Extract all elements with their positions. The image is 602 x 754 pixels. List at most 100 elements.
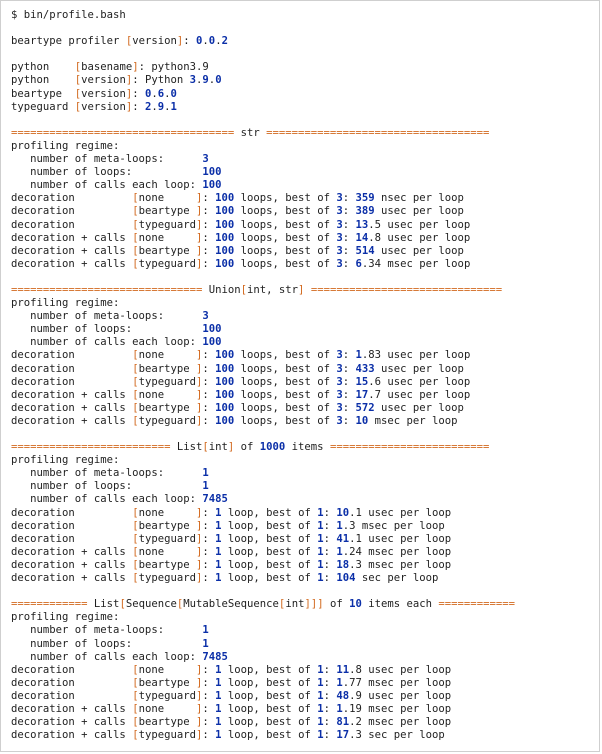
number-segment: 7485: [202, 493, 228, 506]
terminal-window: $ bin/profile.bash beartype profiler [ver…: [0, 0, 600, 752]
text-segment: :: [323, 519, 337, 532]
terminal-output[interactable]: $ bin/profile.bash beartype profiler [ver…: [1, 1, 599, 742]
text-segment: beartype: [138, 519, 196, 532]
number-segment: 81: [336, 716, 350, 729]
terminal-line: decoration [none ]: 1 loop, best of 1: 1…: [11, 664, 599, 677]
bracket-segment: ]]]: [304, 598, 324, 611]
text-segment: python: [11, 61, 75, 74]
number-segment: 100: [215, 244, 235, 257]
terminal-line: =================================== str …: [11, 127, 599, 140]
number-segment: 100: [215, 192, 235, 205]
text-segment: :: [342, 218, 356, 231]
terminal-line: profiling regime:: [11, 140, 599, 153]
text-segment: loop, best of: [221, 663, 318, 676]
text-segment: decoration: [11, 362, 133, 375]
text-segment: :: [202, 375, 216, 388]
number-segment: 10: [349, 598, 362, 611]
text-segment: number of meta-loops:: [11, 153, 203, 166]
number-segment: 359: [355, 192, 375, 205]
text-segment: items: [285, 441, 330, 454]
text-segment: :: [323, 702, 337, 715]
text-segment: .5 usec per loop: [368, 218, 471, 231]
text-segment: .7 usec per loop: [368, 388, 471, 401]
text-segment: basename: [81, 61, 133, 74]
text-segment: version: [81, 74, 126, 87]
text-segment: loop, best of: [221, 506, 318, 519]
terminal-line: beartype [version]: 0.6.0: [11, 88, 599, 101]
number-segment: 433: [355, 362, 375, 375]
text-segment: beartype: [138, 244, 196, 257]
text-segment: Sequence: [125, 598, 177, 611]
text-segment: :: [323, 663, 337, 676]
terminal-line: decoration [typeguard]: 1 loop, best of …: [11, 533, 599, 546]
text-segment: decoration + calls: [11, 558, 133, 571]
text-segment: number of calls each loop:: [11, 179, 203, 192]
number-segment: 100: [202, 336, 222, 349]
number-segment: 15: [355, 375, 369, 388]
terminal-line: decoration + calls [beartype ]: 100 loop…: [11, 245, 599, 258]
text-segment: int: [208, 441, 228, 454]
bracket-segment: =========================: [11, 441, 171, 454]
text-segment: List: [87, 598, 120, 611]
text-segment: of: [234, 441, 260, 454]
text-segment: .8 usec per loop: [349, 663, 452, 676]
bracket-segment: ===================================: [266, 126, 490, 139]
bracket-segment: =========================: [329, 441, 490, 454]
text-segment: typeguard: [138, 689, 196, 702]
terminal-line: decoration [beartype ]: 100 loops, best …: [11, 205, 599, 218]
terminal-line: number of loops: 100: [11, 323, 599, 336]
number-segment: 1: [202, 480, 209, 493]
text-segment: :: [202, 401, 216, 414]
number-segment: 100: [215, 349, 235, 362]
text-segment: loops, best of: [234, 414, 337, 427]
text-segment: profiling regime:: [11, 454, 120, 467]
text-segment: none: [138, 231, 196, 244]
text-segment: beartype: [11, 87, 75, 100]
text-segment: none: [138, 349, 196, 362]
text-segment: .2 msec per loop: [349, 716, 452, 729]
text-segment: items each: [361, 598, 439, 611]
text-segment: :: [323, 689, 337, 702]
number-segment: 100: [215, 414, 235, 427]
terminal-line: decoration [typeguard]: 100 loops, best …: [11, 219, 599, 232]
text-segment: :: [202, 414, 216, 427]
text-segment: typeguard: [138, 375, 196, 388]
text-segment: loops, best of: [234, 401, 337, 414]
terminal-line: decoration + calls [typeguard]: 1 loop, …: [11, 572, 599, 585]
text-segment: loop, best of: [221, 532, 318, 545]
number-segment: 2: [221, 35, 228, 48]
text-segment: :: [183, 35, 197, 48]
text-segment: :: [323, 572, 337, 585]
text-segment: loop, best of: [221, 545, 318, 558]
text-segment: typeguard: [138, 257, 196, 270]
text-segment: decoration + calls: [11, 388, 133, 401]
text-segment: MutableSequence: [183, 598, 279, 611]
text-segment: :: [202, 572, 216, 585]
terminal-line: decoration [none ]: 100 loops, best of 3…: [11, 192, 599, 205]
number-segment: 100: [215, 362, 235, 375]
text-segment: :: [202, 257, 216, 270]
text-segment: :: [323, 729, 337, 742]
terminal-line: beartype profiler [version]: 0.0.2: [11, 35, 599, 48]
number-segment: 10: [355, 414, 369, 427]
number-segment: 100: [215, 257, 235, 270]
text-segment: :: [202, 676, 216, 689]
terminal-line: number of loops: 1: [11, 638, 599, 651]
text-segment: beartype: [138, 401, 196, 414]
text-segment: decoration: [11, 676, 133, 689]
text-segment: :: [342, 401, 356, 414]
terminal-line: number of loops: 100: [11, 166, 599, 179]
text-segment: decoration: [11, 532, 133, 545]
text-segment: :: [342, 231, 356, 244]
text-segment: none: [138, 545, 196, 558]
terminal-line: decoration [beartype ]: 1 loop, best of …: [11, 520, 599, 533]
text-segment: loop, best of: [221, 716, 318, 729]
text-segment: loops, best of: [234, 205, 337, 218]
text-segment: usec per loop: [374, 244, 464, 257]
number-segment: 514: [355, 244, 375, 257]
text-segment: of: [323, 598, 350, 611]
text-segment: decoration + calls: [11, 572, 133, 585]
text-segment: beartype: [138, 205, 196, 218]
text-segment: .1 usec per loop: [349, 506, 452, 519]
